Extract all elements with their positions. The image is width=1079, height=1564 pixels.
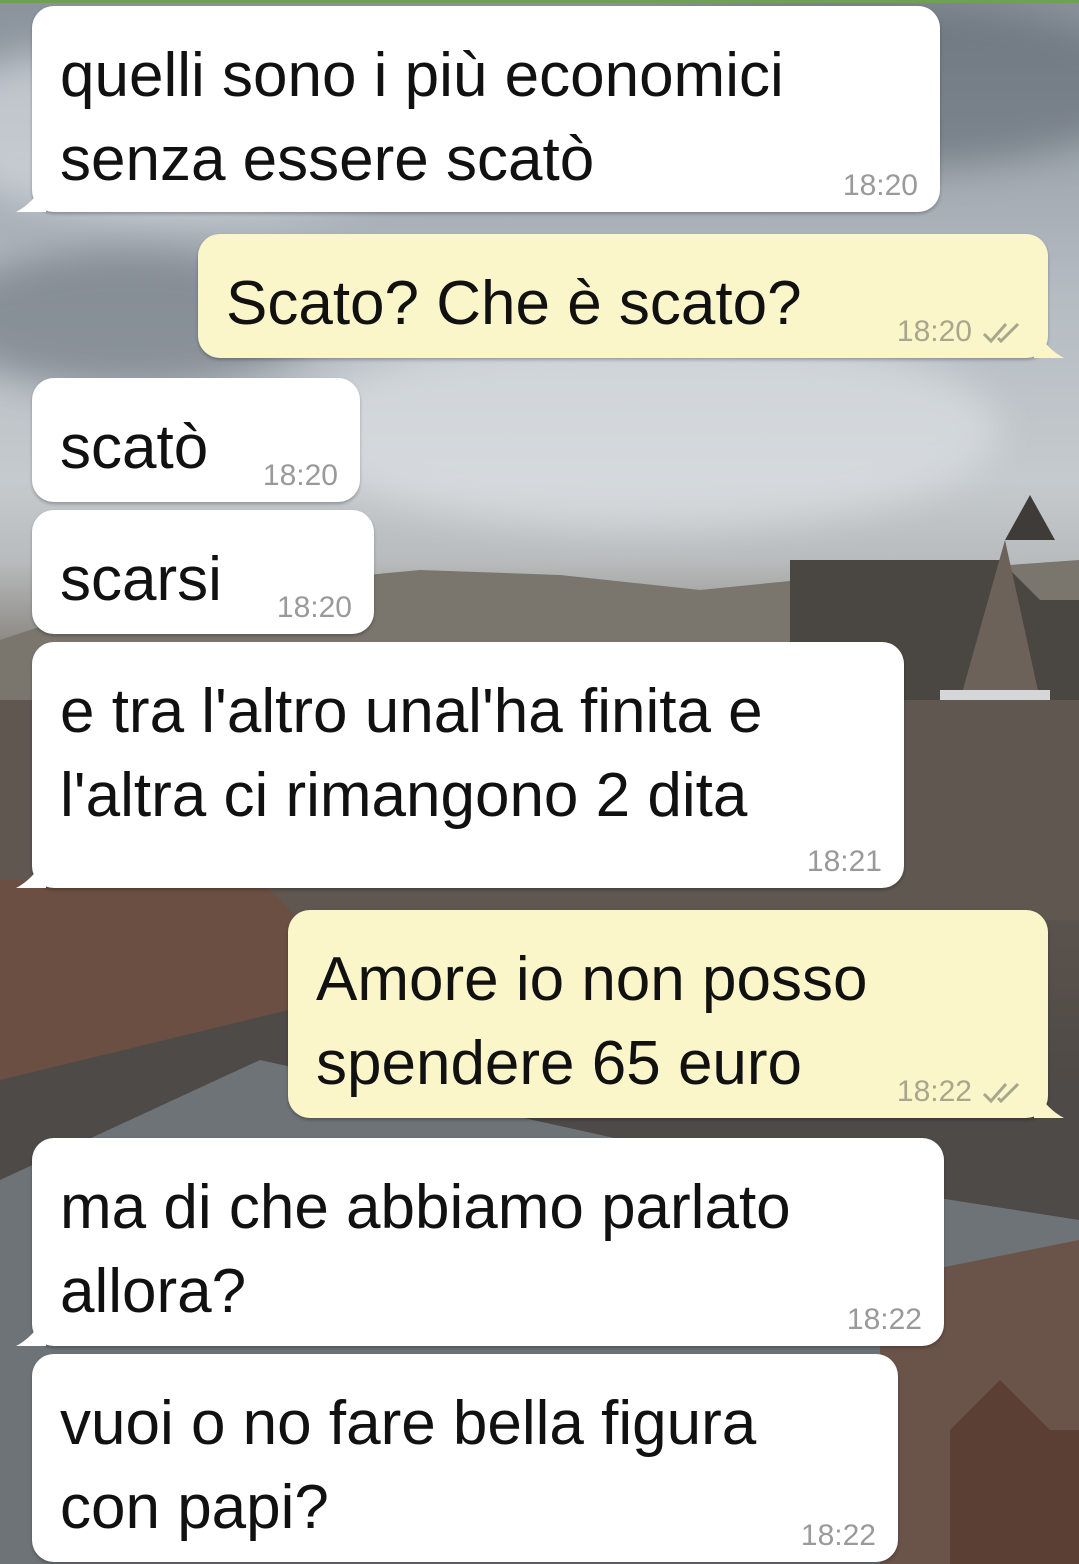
message-bubble[interactable]: vuoi o no fare bella figura con papi? 18… [32,1354,898,1562]
message-bubble[interactable]: quelli sono i più economici senza essere… [16,6,940,212]
message-time: 18:20 [262,459,338,492]
message-time: 18:20 [276,591,352,624]
message-bubble[interactable]: Amore io non posso spendere 65 euro 18:2… [288,910,1064,1118]
message-time: 18:22 [800,1519,876,1552]
message-meta: 18:20 [843,168,918,204]
message-time: 18:20 [896,315,972,348]
message-bubble[interactable]: e tra l'altro unal'ha finita e l'altra c… [16,642,904,888]
bubble-tail [1034,328,1064,358]
message-bubble[interactable]: scarsi 18:20 [32,510,374,634]
message-text: ma di che abbiamo parlato allora? [60,1173,791,1326]
message-text: quelli sono i più economici senza essere… [60,41,784,194]
message-bubble[interactable]: ma di che abbiamo parlato allora? 18:22 [16,1138,944,1346]
message-time: 18:21 [806,845,882,878]
message-meta: 18:22 [897,1074,1026,1110]
message-time: 18:22 [896,1075,972,1108]
message-text: vuoi o no fare bella figura con papi? [60,1389,757,1542]
message-meta: 18:20 [277,590,352,626]
message-meta: 18:21 [807,844,882,880]
top-status-line [0,0,1079,3]
bubble-tail [16,858,46,888]
message-meta: 18:20 [897,314,1026,350]
double-check-icon [982,322,1020,344]
message-meta: 18:22 [847,1302,922,1338]
message-bubble[interactable]: scatò 18:20 [32,378,360,502]
message-meta: 18:22 [801,1518,876,1554]
message-meta: 18:20 [263,458,338,494]
message-time: 18:22 [846,1303,922,1336]
bubble-tail [16,1316,46,1346]
message-text: e tra l'altro unal'ha finita e l'altra c… [60,677,763,830]
double-check-icon [982,1082,1020,1104]
bubble-tail [1034,1088,1064,1118]
message-time: 18:20 [842,169,918,202]
bubble-tail [16,182,46,212]
message-bubble[interactable]: Scato? Che è scato? 18:20 [198,234,1064,358]
